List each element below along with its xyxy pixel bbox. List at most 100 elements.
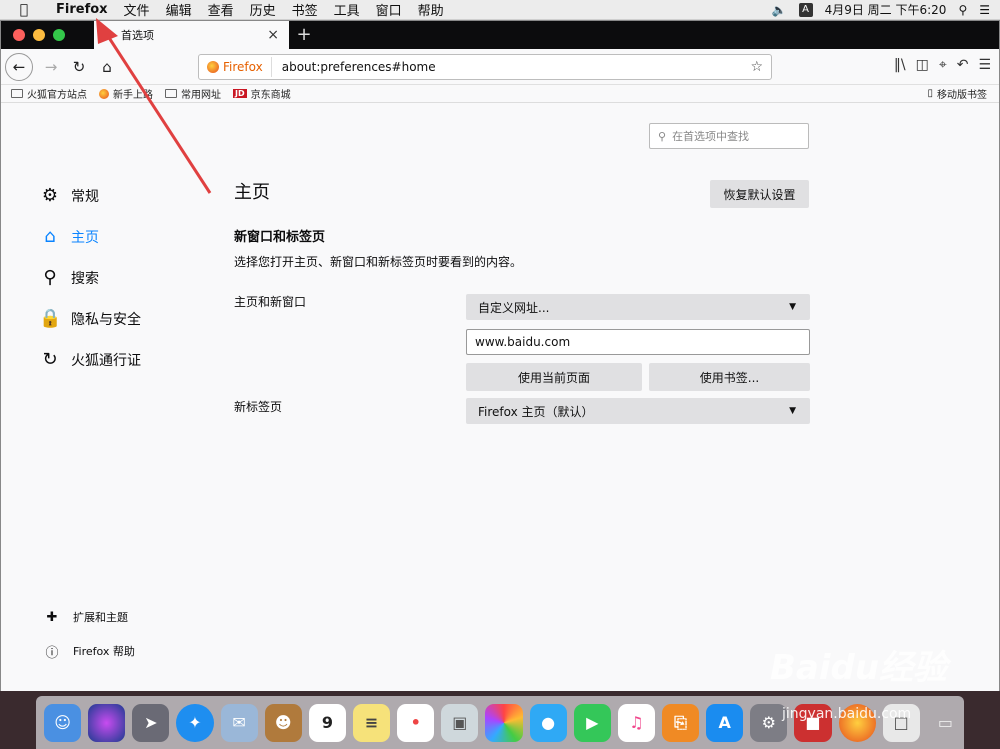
input-method-icon[interactable]: A: [798, 2, 813, 17]
messages-icon[interactable]: ●: [529, 703, 567, 742]
use-bookmark-button[interactable]: 使用书签...: [649, 363, 810, 391]
bookmark-label: 京东商城: [250, 90, 291, 101]
apple-icon[interactable]: : [0, 2, 48, 18]
home-button[interactable]: ⌂: [93, 53, 121, 81]
homepage-mode-select[interactable]: 自定义网址... ▼: [466, 294, 810, 320]
tab-strip: ⚙ 首选项 × +: [1, 21, 999, 49]
screenshot-icon[interactable]: ⌖: [939, 57, 947, 73]
facetime-icon[interactable]: ▶: [573, 703, 611, 742]
tab-title: 首选项: [120, 29, 154, 42]
app-store-icon[interactable]: A: [706, 703, 744, 742]
newtab-select[interactable]: Firefox 主页（默认） ▼: [466, 398, 810, 424]
homepage-url-input[interactable]: www.baidu.com: [466, 329, 810, 355]
identity-box[interactable]: Firefox: [199, 56, 272, 77]
volume-icon[interactable]: 🔈: [772, 3, 787, 17]
new-tab-button[interactable]: +: [293, 24, 315, 46]
ibooks-icon[interactable]: ⎘: [661, 703, 700, 742]
dropdown-arrow-icon: ▼: [789, 406, 796, 416]
itunes-icon[interactable]: ♫: [617, 703, 655, 742]
bookmark-item[interactable]: 新手上路: [99, 86, 153, 101]
launchpad-icon[interactable]: ➤: [132, 703, 170, 742]
spotlight-icon[interactable]: ⚲: [958, 3, 967, 17]
bookmarks-toolbar: 火狐官方站点 新手上路 常用网址 JD 京东商城 ▯ 移动版书签: [1, 85, 999, 103]
close-window-button[interactable]: [13, 29, 25, 41]
sidebar-icon[interactable]: ◫: [916, 57, 929, 73]
menu-window[interactable]: 窗口: [368, 0, 410, 19]
sidebar-item-label: 搜索: [71, 270, 99, 287]
calendar-icon[interactable]: 9: [308, 703, 346, 742]
homepage-mode-value: 自定义网址...: [478, 300, 550, 315]
newtab-value: Firefox 主页（默认）: [478, 404, 594, 419]
toolbar-right: ‖\ ◫ ⌖ ↶ ☰: [894, 57, 991, 73]
puzzle-icon: ✚: [46, 609, 58, 625]
sidebar-item-help[interactable]: ⓘ Firefox 帮助: [41, 634, 135, 668]
gear-icon: ⚙: [41, 185, 59, 206]
menu-file[interactable]: 文件: [116, 0, 158, 19]
use-current-page-button[interactable]: 使用当前页面: [466, 363, 642, 391]
finder-icon[interactable]: ☺: [44, 703, 82, 742]
mobile-bookmarks[interactable]: ▯ 移动版书签: [927, 86, 999, 101]
menu-view[interactable]: 查看: [200, 0, 242, 19]
sidebar-item-privacy[interactable]: 🔒 隐私与安全: [39, 298, 141, 339]
safari-icon[interactable]: ✦: [176, 703, 214, 742]
menu-icon[interactable]: ☰: [978, 57, 991, 73]
menu-tools[interactable]: 工具: [326, 0, 368, 19]
bookmark-label: 新手上路: [113, 90, 153, 101]
trash-icon[interactable]: ▭: [927, 704, 964, 742]
tab-preferences[interactable]: ⚙ 首选项 ×: [94, 21, 289, 49]
sidebar-item-addons[interactable]: ✚ 扩展和主题: [41, 600, 135, 634]
baidu-watermark-url: jingyan.baidu.com: [782, 706, 912, 722]
library-icon[interactable]: ‖\: [894, 57, 906, 73]
nav-bar: ← → ↻ ⌂ Firefox about:preferences#home ☆: [1, 49, 999, 85]
undo-icon[interactable]: ↶: [957, 57, 969, 73]
baidu-watermark-logo: Baidu经验: [770, 648, 948, 688]
section-title: 新窗口和标签页: [234, 230, 326, 245]
menu-bar:  Firefox 文件 编辑 查看 历史 书签 工具 窗口 帮助 🔈 A 4月…: [0, 0, 1000, 20]
notes-icon[interactable]: ≡: [352, 703, 391, 742]
contacts-icon[interactable]: ☻: [264, 703, 302, 742]
menu-edit[interactable]: 编辑: [158, 0, 200, 19]
forward-button[interactable]: →: [37, 53, 65, 81]
dropdown-arrow-icon: ▼: [789, 302, 796, 312]
menu-help[interactable]: 帮助: [410, 0, 452, 19]
notification-center-icon[interactable]: ☰: [979, 3, 990, 17]
minimize-window-button[interactable]: [33, 29, 45, 41]
sidebar-item-general[interactable]: ⚙ 常规: [39, 175, 141, 216]
search-preferences-input[interactable]: ⚲ 在首选项中查找: [649, 123, 809, 149]
reminders-icon[interactable]: •: [397, 703, 435, 742]
sidebar-item-search[interactable]: ⚲ 搜索: [39, 257, 141, 298]
siri-icon[interactable]: [88, 703, 126, 742]
restore-defaults-button[interactable]: 恢复默认设置: [710, 180, 809, 208]
back-button[interactable]: ←: [5, 52, 33, 81]
sidebar-item-sync[interactable]: ↻ 火狐通行证: [39, 339, 141, 380]
home-icon: ⌂: [44, 226, 56, 247]
photos-icon[interactable]: [485, 703, 523, 742]
preview-icon[interactable]: ▣: [441, 703, 479, 742]
menu-app-firefox[interactable]: Firefox: [48, 2, 116, 17]
reload-button[interactable]: ↻: [65, 53, 93, 81]
sidebar-item-home[interactable]: ⌂ 主页: [39, 216, 141, 257]
zoom-window-button[interactable]: [53, 29, 65, 41]
homepage-label: 主页和新窗口: [234, 295, 307, 309]
preferences-page: ⚲ 在首选项中查找 ⚙ 常规 ⌂ 主页 ⚲ 搜索 🔒 隐私与安全 ↻ 火狐通行证…: [1, 105, 999, 691]
search-icon: ⚲: [43, 267, 57, 288]
close-icon[interactable]: ×: [267, 27, 279, 43]
menu-bookmarks[interactable]: 书签: [284, 0, 326, 19]
mobile-bookmarks-label: 移动版书签: [937, 90, 987, 101]
url-text[interactable]: about:preferences#home: [272, 60, 436, 74]
bookmark-item[interactable]: 常用网址: [165, 86, 221, 101]
sidebar-footer: ✚ 扩展和主题 ⓘ Firefox 帮助: [41, 600, 135, 668]
sidebar-item-label: 常规: [71, 188, 99, 205]
firefox-logo-icon: [207, 60, 219, 73]
mail-icon[interactable]: ✉: [220, 703, 258, 742]
clock[interactable]: 4月9日 周二 下午6:20: [825, 1, 947, 18]
section-description: 选择您打开主页、新窗口和新标签页时要看到的内容。: [234, 255, 523, 269]
menu-history[interactable]: 历史: [242, 0, 284, 19]
bookmark-star-icon[interactable]: ☆: [750, 59, 763, 75]
search-icon: ⚲: [658, 129, 667, 143]
url-bar[interactable]: Firefox about:preferences#home ☆: [198, 53, 772, 80]
bookmark-item[interactable]: JD 京东商城: [233, 86, 291, 101]
sidebar-item-label: Firefox 帮助: [73, 645, 135, 658]
folder-icon: [11, 89, 23, 98]
bookmark-item[interactable]: 火狐官方站点: [11, 86, 87, 101]
